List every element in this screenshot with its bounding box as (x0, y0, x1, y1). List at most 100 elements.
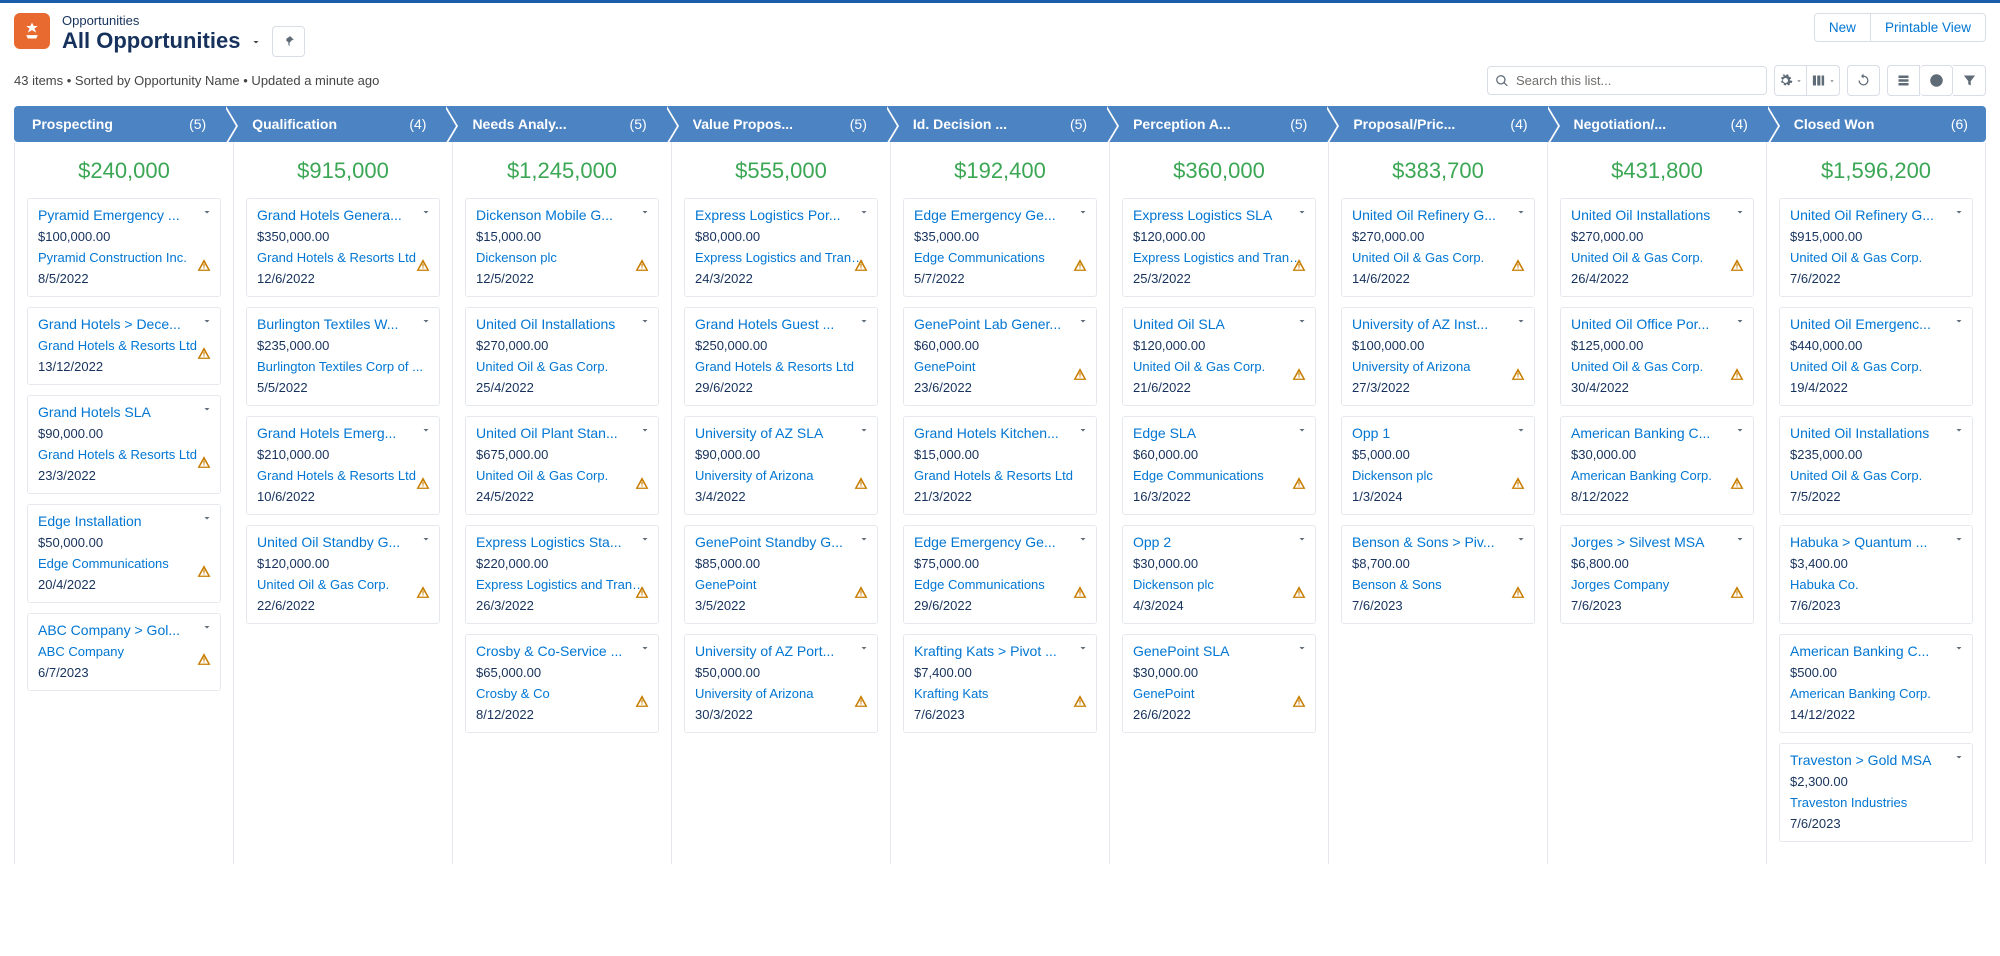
card-title[interactable]: Grand Hotels Genera... (257, 207, 429, 223)
kanban-card[interactable]: Pyramid Emergency ...$100,000.00Pyramid … (27, 198, 221, 297)
card-menu-button[interactable] (639, 533, 651, 545)
kanban-card[interactable]: Habuka > Quantum ...$3,400.00Habuka Co.7… (1779, 525, 1973, 624)
card-account-link[interactable]: Grand Hotels & Resorts Ltd (695, 359, 867, 374)
kanban-card[interactable]: Traveston > Gold MSA$2,300.00Traveston I… (1779, 743, 1973, 842)
stage-1[interactable]: Qualification(4) (224, 106, 444, 142)
card-title[interactable]: Grand Hotels Emerg... (257, 425, 429, 441)
card-title[interactable]: Edge SLA (1133, 425, 1305, 441)
kanban-card[interactable]: Edge Installation$50,000.00Edge Communic… (27, 504, 221, 603)
card-menu-button[interactable] (1953, 206, 1965, 218)
card-menu-button[interactable] (1515, 424, 1527, 436)
card-account-link[interactable]: United Oil & Gas Corp. (1790, 468, 1962, 483)
card-title[interactable]: Krafting Kats > Pivot ... (914, 643, 1086, 659)
card-menu-button[interactable] (201, 512, 213, 524)
card-account-link[interactable]: Edge Communications (1133, 468, 1305, 483)
kanban-card[interactable]: Opp 1$5,000.00Dickenson plc1/3/2024 (1341, 416, 1535, 515)
card-title[interactable]: Crosby & Co-Service ... (476, 643, 648, 659)
card-account-link[interactable]: United Oil & Gas Corp. (257, 577, 429, 592)
card-account-link[interactable]: Edge Communications (914, 577, 1086, 592)
card-menu-button[interactable] (1953, 751, 1965, 763)
card-menu-button[interactable] (858, 533, 870, 545)
kanban-card[interactable]: Express Logistics SLA$120,000.00Express … (1122, 198, 1316, 297)
card-menu-button[interactable] (1077, 642, 1089, 654)
stage-8[interactable]: Closed Won(6) (1766, 106, 1986, 142)
search-input[interactable] (1487, 66, 1767, 95)
card-menu-button[interactable] (1077, 206, 1089, 218)
card-account-link[interactable]: Grand Hotels & Resorts Ltd (38, 338, 210, 353)
card-title[interactable]: United Oil Office Por... (1571, 316, 1743, 332)
card-menu-button[interactable] (858, 642, 870, 654)
card-account-link[interactable]: Jorges Company (1571, 577, 1743, 592)
card-menu-button[interactable] (858, 424, 870, 436)
card-menu-button[interactable] (201, 403, 213, 415)
card-account-link[interactable]: GenePoint (695, 577, 867, 592)
card-title[interactable]: United Oil Installations (1790, 425, 1962, 441)
refresh-button[interactable] (1847, 65, 1880, 96)
card-title[interactable]: Dickenson Mobile G... (476, 207, 648, 223)
settings-button[interactable] (1774, 65, 1807, 96)
kanban-card[interactable]: Edge Emergency Ge...$75,000.00Edge Commu… (903, 525, 1097, 624)
card-title[interactable]: Jorges > Silvest MSA (1571, 534, 1743, 550)
card-account-link[interactable]: Express Logistics and Trans... (1133, 250, 1305, 265)
card-title[interactable]: United Oil Refinery G... (1352, 207, 1524, 223)
card-title[interactable]: United Oil Standby G... (257, 534, 429, 550)
card-title[interactable]: Express Logistics Por... (695, 207, 867, 223)
kanban-card[interactable]: United Oil SLA$120,000.00United Oil & Ga… (1122, 307, 1316, 406)
card-title[interactable]: Opp 2 (1133, 534, 1305, 550)
card-menu-button[interactable] (201, 621, 213, 633)
card-account-link[interactable]: Crosby & Co (476, 686, 648, 701)
card-account-link[interactable]: Krafting Kats (914, 686, 1086, 701)
card-account-link[interactable]: Express Logistics and Trans... (476, 577, 648, 592)
kanban-card[interactable]: Benson & Sons > Piv...$8,700.00Benson & … (1341, 525, 1535, 624)
card-account-link[interactable]: Dickenson plc (476, 250, 648, 265)
card-menu-button[interactable] (1734, 424, 1746, 436)
kanban-card[interactable]: United Oil Standby G...$120,000.00United… (246, 525, 440, 624)
card-menu-button[interactable] (1953, 315, 1965, 327)
card-title[interactable]: Benson & Sons > Piv... (1352, 534, 1524, 550)
card-account-link[interactable]: Edge Communications (38, 556, 210, 571)
stage-5[interactable]: Perception A...(5) (1105, 106, 1325, 142)
card-title[interactable]: United Oil SLA (1133, 316, 1305, 332)
card-title[interactable]: United Oil Refinery G... (1790, 207, 1962, 223)
card-title[interactable]: University of AZ Inst... (1352, 316, 1524, 332)
card-title[interactable]: GenePoint SLA (1133, 643, 1305, 659)
card-account-link[interactable]: ABC Company (38, 644, 210, 659)
card-menu-button[interactable] (1296, 642, 1308, 654)
card-menu-button[interactable] (420, 533, 432, 545)
edit-button[interactable] (1887, 65, 1920, 96)
card-account-link[interactable]: United Oil & Gas Corp. (1571, 250, 1743, 265)
card-title[interactable]: Grand Hotels Guest ... (695, 316, 867, 332)
card-menu-button[interactable] (1734, 533, 1746, 545)
card-title[interactable]: Grand Hotels SLA (38, 404, 210, 420)
card-title[interactable]: Traveston > Gold MSA (1790, 752, 1962, 768)
list-view-title[interactable]: All Opportunities (62, 26, 1802, 57)
card-menu-button[interactable] (1296, 533, 1308, 545)
card-title[interactable]: GenePoint Lab Gener... (914, 316, 1086, 332)
card-account-link[interactable]: United Oil & Gas Corp. (1790, 250, 1962, 265)
kanban-card[interactable]: Grand Hotels Genera...$350,000.00Grand H… (246, 198, 440, 297)
card-account-link[interactable]: Grand Hotels & Resorts Ltd (257, 468, 429, 483)
kanban-card[interactable]: Grand Hotels Kitchen...$15,000.00Grand H… (903, 416, 1097, 515)
card-title[interactable]: Grand Hotels Kitchen... (914, 425, 1086, 441)
card-menu-button[interactable] (1077, 315, 1089, 327)
card-account-link[interactable]: United Oil & Gas Corp. (476, 468, 648, 483)
card-menu-button[interactable] (639, 315, 651, 327)
kanban-card[interactable]: GenePoint SLA$30,000.00GenePoint26/6/202… (1122, 634, 1316, 733)
kanban-card[interactable]: United Oil Installations$270,000.00Unite… (465, 307, 659, 406)
card-account-link[interactable]: Grand Hotels & Resorts Ltd (257, 250, 429, 265)
kanban-card[interactable]: University of AZ SLA$90,000.00University… (684, 416, 878, 515)
kanban-card[interactable]: Edge Emergency Ge...$35,000.00Edge Commu… (903, 198, 1097, 297)
card-title[interactable]: United Oil Emergenc... (1790, 316, 1962, 332)
kanban-card[interactable]: GenePoint Standby G...$85,000.00GenePoin… (684, 525, 878, 624)
card-account-link[interactable]: University of Arizona (695, 686, 867, 701)
card-menu-button[interactable] (1296, 315, 1308, 327)
card-title[interactable]: Express Logistics Sta... (476, 534, 648, 550)
kanban-card[interactable]: American Banking C...$30,000.00American … (1560, 416, 1754, 515)
card-account-link[interactable]: American Banking Corp. (1571, 468, 1743, 483)
chart-button[interactable] (1920, 65, 1953, 96)
kanban-card[interactable]: Express Logistics Sta...$220,000.00Expre… (465, 525, 659, 624)
card-account-link[interactable]: Pyramid Construction Inc. (38, 250, 210, 265)
card-menu-button[interactable] (1953, 642, 1965, 654)
card-title[interactable]: Grand Hotels > Dece... (38, 316, 210, 332)
card-title[interactable]: United Oil Installations (1571, 207, 1743, 223)
